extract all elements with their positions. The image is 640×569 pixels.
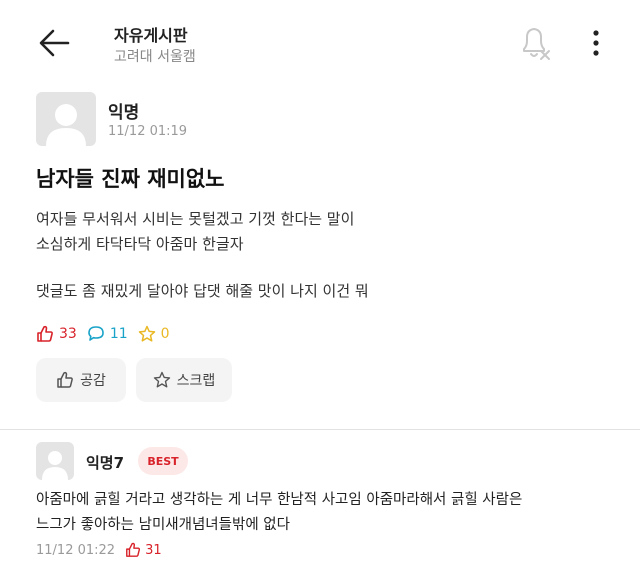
comment-bubble-icon <box>88 326 104 341</box>
post-stats: 33 11 0 <box>36 322 180 346</box>
arrow-left-icon <box>39 29 70 57</box>
more-button[interactable] <box>584 26 608 60</box>
comment-timestamp: 11/12 01:22 <box>36 542 116 558</box>
star-icon <box>153 371 170 388</box>
scrap-count: 0 <box>138 325 170 343</box>
comment-body-line: 아줌마에 긁힐 거라고 생각하는 게 너무 한남적 사고임 아줌마라해서 긁힐 … <box>36 492 523 508</box>
like-count: 33 <box>36 325 77 343</box>
thumbs-up-icon <box>37 325 53 342</box>
like-button-label: 공감 <box>80 373 106 389</box>
top-bar: 자유게시판 고려대 서울캠 <box>0 0 640 86</box>
user-placeholder-icon <box>42 451 68 480</box>
star-icon <box>138 325 155 342</box>
thumbs-up-icon <box>57 371 73 388</box>
post-body-line: 댓글도 좀 재밌게 달아야 답댓 해줄 맛이 나지 이건 뭐 <box>36 282 369 300</box>
scrap-count-value: 0 <box>160 326 170 342</box>
comment-like-value: 31 <box>145 542 162 558</box>
comment-author: 익명7 <box>86 454 125 472</box>
scrap-button-label: 스크랩 <box>176 373 216 389</box>
post-author: 익명 <box>108 103 140 123</box>
user-placeholder-icon <box>46 104 86 146</box>
post-body-line: 여자들 무서워서 시비는 못털겠고 기껏 한다는 말이 <box>36 210 355 228</box>
comment-avatar <box>36 442 74 480</box>
more-vertical-icon <box>593 30 599 56</box>
comment-like-count[interactable]: 31 <box>125 542 162 558</box>
best-badge: BEST <box>138 447 188 475</box>
comment-count-value: 11 <box>109 326 128 342</box>
comment-body-line: 느그가 좋아하는 남미새개념녀들밖에 없다 <box>36 517 290 533</box>
post-body-line: 소심하게 타닥타닥 아줌마 한글자 <box>36 235 244 253</box>
comment-body: 아줌마에 긁힐 거라고 생각하는 게 너무 한남적 사고임 아줌마라해서 긁힐 … <box>36 488 626 538</box>
comment-meta: 11/12 01:22 31 <box>36 542 162 558</box>
like-button[interactable]: 공감 <box>36 358 126 402</box>
like-count-value: 33 <box>59 326 77 342</box>
avatar <box>36 92 96 146</box>
post-body: 여자들 무서워서 시비는 못털겠고 기껏 한다는 말이 소심하게 타닥타닥 아줌… <box>36 207 616 304</box>
board-subtitle: 고려대 서울캠 <box>114 49 196 65</box>
post-title: 남자들 진짜 재미없노 <box>36 167 225 191</box>
bell-off-icon <box>523 28 550 60</box>
thumbs-up-icon <box>126 542 141 557</box>
notification-button[interactable] <box>518 24 552 62</box>
back-button[interactable] <box>36 26 76 60</box>
scrap-button[interactable]: 스크랩 <box>136 358 232 402</box>
board-title: 자유게시판 <box>114 26 188 45</box>
comment-count: 11 <box>87 325 128 343</box>
divider <box>0 429 640 430</box>
post-timestamp: 11/12 01:19 <box>108 124 188 139</box>
